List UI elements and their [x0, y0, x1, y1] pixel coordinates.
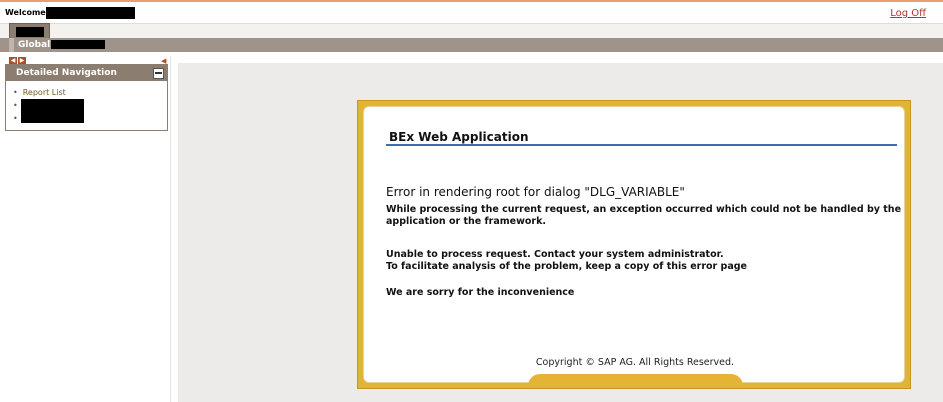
- unable-line-1: Unable to process request. Contact your …: [386, 249, 724, 260]
- unable-line-2: To facilitate analysis of the problem, k…: [386, 261, 748, 272]
- redacted-nav-item: [21, 99, 84, 123]
- dialog-title-rule: [386, 144, 897, 146]
- tab-left-edge: [9, 38, 14, 52]
- sidebar-divider: [170, 56, 171, 402]
- redacted-tab-label: [16, 27, 44, 37]
- top-accent-line: [0, 0, 943, 2]
- detailed-navigation-header: Detailed Navigation: [6, 65, 167, 81]
- error-detail-line-1: While processing the current request, an…: [386, 204, 902, 215]
- second-level-nav-bar: [0, 38, 943, 52]
- error-dialog-body: BEx Web Application Error in rendering r…: [363, 106, 905, 383]
- dialog-title: BEx Web Application: [389, 130, 529, 144]
- log-off-link[interactable]: Log Off: [890, 8, 926, 19]
- detailed-navigation-title: Detailed Navigation: [16, 68, 117, 78]
- redacted-username: [46, 7, 135, 19]
- apology-text: We are sorry for the inconvenience: [386, 287, 575, 298]
- tab-global[interactable]: Global: [18, 40, 50, 50]
- minimize-icon[interactable]: [153, 67, 164, 79]
- error-heading: Error in rendering root for dialog "DLG_…: [386, 185, 685, 199]
- welcome-label: Welcome: [5, 8, 46, 17]
- error-detail-line-2: application or the framework.: [386, 216, 547, 227]
- list-item[interactable]: Report List: [13, 86, 167, 99]
- copyright-text: Copyright © SAP AG. All Rights Reserved.: [535, 357, 735, 368]
- top-level-nav-bar: [0, 23, 943, 38]
- top-level-tab[interactable]: [9, 23, 50, 39]
- error-dialog: BEx Web Application Error in rendering r…: [357, 100, 911, 389]
- redacted-global-name: [51, 40, 105, 49]
- report-list-link[interactable]: Report List: [23, 88, 66, 97]
- dialog-bottom-tab: [528, 374, 743, 386]
